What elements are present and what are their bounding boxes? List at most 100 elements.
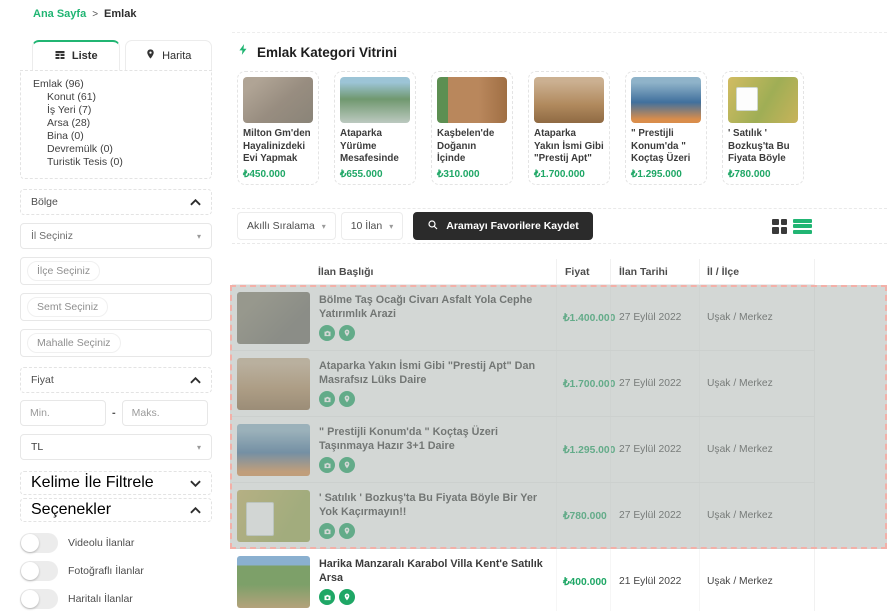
row-price: ₺400.000 [556, 549, 610, 611]
sort-select[interactable]: Akıllı Sıralama ▾ [237, 212, 336, 240]
map-pin-icon [145, 48, 156, 63]
map-pin-icon[interactable] [339, 457, 355, 473]
listing-photo [437, 77, 507, 123]
toggle-switch-off[interactable] [20, 589, 58, 609]
il-select[interactable]: İl Seçiniz ▾ [20, 223, 212, 249]
row-price: ₺1.295.000 [556, 417, 610, 482]
toggle-switch-off[interactable] [20, 561, 58, 581]
photo-camera-icon[interactable] [319, 589, 335, 605]
breadcrumb-current: Emlak [104, 8, 136, 20]
tab-harita[interactable]: Harita [125, 40, 213, 70]
mahalle-input[interactable]: Mahalle Seçiniz [20, 329, 212, 357]
toggle-videolu[interactable]: Videolu İlanlar [20, 533, 212, 553]
card-price: ₺1.700.000 [534, 169, 604, 180]
save-favorite-button[interactable]: Aramayı Favorilere Kaydet [413, 212, 592, 240]
tab-harita-label: Harita [162, 50, 191, 62]
listing-photo [243, 77, 313, 123]
listing-thumbnail [237, 424, 310, 476]
view-switcher [772, 219, 882, 234]
breadcrumb-home-link[interactable]: Ana Sayfa [33, 8, 86, 20]
list-view-icon[interactable] [793, 219, 812, 234]
toggle-haritali-label: Haritalı İlanlar [68, 593, 133, 605]
header-il-ilce: İl / İlçe [699, 259, 815, 284]
magnifier-icon [427, 219, 439, 234]
photo-camera-icon[interactable] [319, 325, 335, 341]
showcase-card[interactable]: Milton Gm'den Hayalinizdeki Evi Yapmak ₺… [237, 71, 319, 185]
section-bolge[interactable]: Bölge [20, 189, 212, 215]
chevron-down-icon [190, 474, 201, 492]
per-page-select[interactable]: 10 İlan ▾ [341, 212, 404, 240]
max-price-input[interactable] [122, 400, 208, 426]
card-price: ₺450.000 [243, 169, 313, 180]
row-date: 27 Eylül 2022 [610, 417, 699, 482]
photo-camera-icon[interactable] [319, 457, 335, 473]
toggle-switch-off[interactable] [20, 533, 58, 553]
min-price-input[interactable] [20, 400, 106, 426]
lightning-bolt-icon [237, 41, 250, 63]
row-location: Uşak / Merkez [699, 549, 815, 611]
header-fiyat: Fiyat [556, 259, 610, 284]
showcase-header: Emlak Kategori Vitrini [232, 41, 887, 63]
card-price: ₺780.000 [728, 169, 798, 180]
page: Ana Sayfa > Emlak Liste Harita Emlak (96… [0, 0, 887, 611]
caret-down-icon: ▾ [322, 222, 326, 231]
table-row[interactable]: " Prestijli Konum'da " Koçtaş Üzeri Taşı… [232, 417, 815, 483]
section-kelime-label: Kelime İle Filtrele [31, 474, 154, 492]
table-row[interactable]: ' Satılık ' Bozkuş'ta Bu Fiyata Böyle Bi… [232, 483, 815, 549]
table-row[interactable]: Harika Manzaralı Karabol Villa Kent'e Sa… [232, 549, 815, 611]
table-row[interactable]: Ataparka Yakın İsmi Gibi "Prestij Apt" D… [232, 351, 815, 417]
category-devremulk[interactable]: Devremülk (0) [33, 143, 199, 156]
toggle-haritali[interactable]: Haritalı İlanlar [20, 589, 212, 609]
showcase-card[interactable]: ' Satılık ' Bozkuş'ta Bu Fiyata Böyle ₺7… [722, 71, 804, 185]
save-favorite-label: Aramayı Favorilere Kaydet [446, 220, 578, 232]
map-pin-icon[interactable] [339, 589, 355, 605]
listing-thumbnail [237, 292, 310, 344]
per-page-value: 10 İlan [351, 220, 383, 232]
photo-camera-icon[interactable] [319, 391, 335, 407]
showcase-card[interactable]: Kaşbelen'de Doğanın İçinde ₺310.000 [431, 71, 513, 185]
header-ilan-tarihi: İlan Tarihi [610, 259, 699, 284]
category-bina[interactable]: Bina (0) [33, 130, 199, 143]
listing-photo [728, 77, 798, 123]
category-arsa[interactable]: Arsa (28) [33, 117, 199, 130]
category-turistik-tesis[interactable]: Turistik Tesis (0) [33, 156, 199, 169]
section-fiyat[interactable]: Fiyat [20, 367, 212, 393]
toggle-fotografli[interactable]: Fotoğraflı İlanlar [20, 561, 212, 581]
tab-liste-label: Liste [72, 50, 98, 62]
map-pin-icon[interactable] [339, 391, 355, 407]
row-price: ₺1.700.000 [556, 351, 610, 416]
row-location: Uşak / Merkez [699, 285, 815, 350]
card-price: ₺1.295.000 [631, 169, 701, 180]
section-secenekler-label: Seçenekler [31, 501, 111, 519]
map-pin-icon[interactable] [339, 523, 355, 539]
category-konut[interactable]: Konut (61) [33, 91, 199, 104]
tab-liste[interactable]: Liste [32, 40, 120, 70]
toggle-videolu-label: Videolu İlanlar [68, 537, 134, 549]
showcase-card[interactable]: Ataparka Yakın İsmi Gibi "Prestij Apt" ₺… [528, 71, 610, 185]
grid-view-icon[interactable] [772, 219, 787, 234]
section-secenekler[interactable]: Seçenekler [20, 498, 212, 522]
view-tabs: Liste Harita [20, 40, 212, 70]
section-kelime[interactable]: Kelime İle Filtrele [20, 471, 212, 495]
showcase-card[interactable]: Ataparka Yürüme Mesafesinde ₺655.000 [334, 71, 416, 185]
card-price: ₺655.000 [340, 169, 410, 180]
category-emlak[interactable]: Emlak (96) [33, 78, 199, 91]
currency-select-value: TL [31, 441, 43, 453]
ilce-placeholder: İlçe Seçiniz [27, 261, 100, 281]
list-icon [54, 49, 66, 64]
map-pin-icon[interactable] [339, 325, 355, 341]
mahalle-placeholder: Mahalle Seçiniz [27, 333, 121, 353]
showcase-title: Emlak Kategori Vitrini [257, 45, 397, 60]
category-is-yeri[interactable]: İş Yeri (7) [33, 104, 199, 117]
currency-select[interactable]: TL ▾ [20, 434, 212, 460]
row-price: ₺1.400.000 [556, 285, 610, 350]
photo-camera-icon[interactable] [319, 523, 335, 539]
category-panel: Emlak (96) Konut (61) İş Yeri (7) Arsa (… [20, 70, 212, 179]
ilce-input[interactable]: İlçe Seçiniz [20, 257, 212, 285]
semt-input[interactable]: Semt Seçiniz [20, 293, 212, 321]
listing-thumbnail [237, 358, 310, 410]
showcase-card[interactable]: " Prestijli Konum'da " Koçtaş Üzeri ₺1.2… [625, 71, 707, 185]
section-bolge-label: Bölge [31, 196, 58, 208]
table-row[interactable]: Bölme Taş Ocağı Civarı Asfalt Yola Cephe… [232, 285, 815, 351]
main-content: Emlak Kategori Vitrini Milton Gm'den Hay… [232, 32, 887, 611]
